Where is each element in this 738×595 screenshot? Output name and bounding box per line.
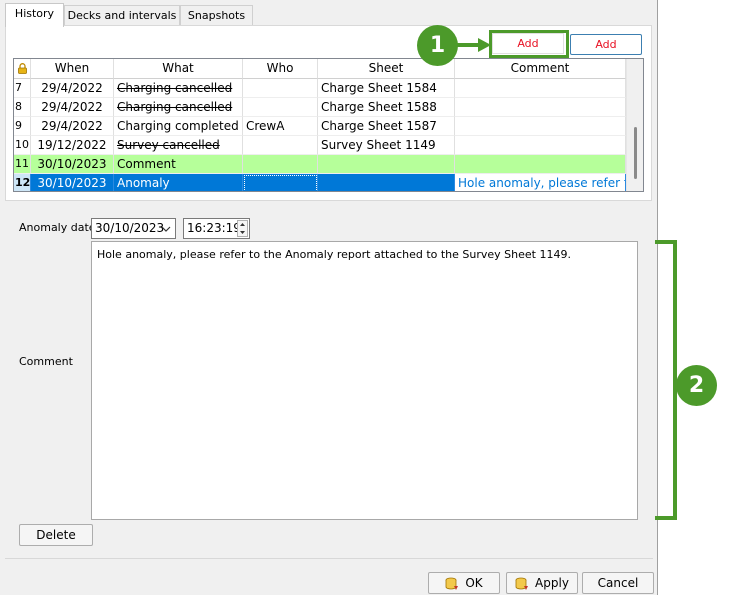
- when-cell[interactable]: 29/4/2022: [31, 98, 114, 117]
- callout-marker-2: 2: [676, 365, 717, 406]
- spin-up-icon[interactable]: [238, 221, 247, 228]
- table-row[interactable]: 7 29/4/2022 Charging cancelled Charge Sheet…: [14, 79, 626, 98]
- database-save-icon: [445, 577, 459, 590]
- history-grid[interactable]: When What Who Sheet Comment 7 29/4/2022 Ch…: [13, 58, 644, 192]
- sheet-cell[interactable]: Charge Sheet 1584: [318, 79, 455, 98]
- tab-history[interactable]: History: [5, 3, 64, 27]
- table-row[interactable]: 8 29/4/2022 Charging cancelled Charge Sheet…: [14, 98, 626, 117]
- column-header-comment[interactable]: Comment: [455, 59, 626, 79]
- when-cell[interactable]: 30/10/2023: [31, 174, 114, 191]
- delete-button[interactable]: Delete: [19, 524, 93, 546]
- table-row[interactable]: 12 30/10/2023 Anomaly Hole anomaly, please …: [14, 174, 626, 191]
- dialog-window: History Decks and intervals Snapshots Ad…: [0, 0, 658, 595]
- database-apply-icon: [515, 577, 529, 590]
- ok-button-label: OK: [465, 576, 483, 590]
- chevron-down-icon[interactable]: [161, 226, 171, 232]
- what-cell[interactable]: Charging cancelled: [114, 98, 243, 117]
- apply-button[interactable]: Apply: [506, 572, 578, 594]
- lock-icon: [17, 63, 27, 74]
- row-number-cell[interactable]: 8: [14, 98, 31, 117]
- what-cell[interactable]: Anomaly: [114, 174, 243, 191]
- scrollbar-thumb[interactable]: [634, 127, 637, 179]
- when-cell[interactable]: 29/4/2022: [31, 79, 114, 98]
- callout-2-bracket: [655, 240, 677, 520]
- row-number-cell[interactable]: 7: [14, 79, 31, 98]
- footer-divider: [5, 558, 653, 559]
- anomaly-date-label: Anomaly date: [19, 221, 96, 234]
- lock-column-header: [14, 59, 31, 79]
- spin-down-icon[interactable]: [238, 229, 247, 236]
- anomaly-date-value: 30/10/2023: [95, 221, 165, 235]
- sheet-cell[interactable]: [318, 174, 455, 191]
- who-cell[interactable]: [243, 174, 318, 191]
- when-cell[interactable]: 19/12/2022: [31, 136, 114, 155]
- who-cell[interactable]: [243, 155, 318, 174]
- what-cell[interactable]: Comment: [114, 155, 243, 174]
- comment-cell[interactable]: [455, 98, 626, 117]
- ok-button[interactable]: OK: [428, 572, 500, 594]
- add-comment-button[interactable]: Add comment: [570, 34, 642, 70]
- who-cell[interactable]: [243, 136, 318, 155]
- row-number-cell[interactable]: 10: [14, 136, 31, 155]
- anomaly-date-picker[interactable]: 30/10/2023: [91, 218, 176, 239]
- table-row[interactable]: 9 29/4/2022 Charging completed CrewA Charge …: [14, 117, 626, 136]
- comment-cell[interactable]: [455, 79, 626, 98]
- time-spin-buttons[interactable]: [237, 220, 248, 237]
- callout-1-highlight-box: [489, 30, 569, 58]
- comment-cell[interactable]: [455, 117, 626, 136]
- comment-label: Comment: [19, 355, 73, 368]
- sheet-cell[interactable]: Charge Sheet 1588: [318, 98, 455, 117]
- anomaly-time-value: 16:23:19: [187, 221, 241, 235]
- comment-textarea[interactable]: Hole anomaly, please refer to the Anomal…: [91, 241, 638, 520]
- anomaly-time-spinner[interactable]: 16:23:19: [183, 218, 250, 239]
- tab-snapshots[interactable]: Snapshots: [180, 5, 253, 26]
- callout-arrow-icon: [454, 38, 491, 52]
- sheet-cell[interactable]: Charge Sheet 1587: [318, 117, 455, 136]
- row-number-cell[interactable]: 12: [14, 174, 31, 191]
- row-number-cell[interactable]: 11: [14, 155, 31, 174]
- comment-cell[interactable]: Hole anomaly, please refer to th: [455, 174, 626, 191]
- who-cell[interactable]: [243, 98, 318, 117]
- comment-cell[interactable]: [455, 155, 626, 174]
- when-cell[interactable]: 30/10/2023: [31, 155, 114, 174]
- who-cell[interactable]: [243, 79, 318, 98]
- what-cell[interactable]: Charging cancelled: [114, 79, 243, 98]
- tab-decks-and-intervals[interactable]: Decks and intervals: [64, 5, 180, 26]
- table-row[interactable]: 11 30/10/2023 Comment: [14, 155, 626, 174]
- apply-button-label: Apply: [535, 576, 569, 590]
- cancel-button[interactable]: Cancel: [582, 572, 654, 594]
- when-cell[interactable]: 29/4/2022: [31, 117, 114, 136]
- grid-vertical-scrollbar[interactable]: [626, 59, 643, 191]
- sheet-cell[interactable]: Survey Sheet 1149: [318, 136, 455, 155]
- what-cell[interactable]: Survey cancelled: [114, 136, 243, 155]
- comment-cell[interactable]: [455, 136, 626, 155]
- column-header-when[interactable]: When: [31, 59, 114, 79]
- row-number-cell[interactable]: 9: [14, 117, 31, 136]
- table-row[interactable]: 10 19/12/2022 Survey cancelled Survey Sheet…: [14, 136, 626, 155]
- what-cell[interactable]: Charging completed: [114, 117, 243, 136]
- sheet-cell[interactable]: [318, 155, 455, 174]
- column-header-who[interactable]: Who: [243, 59, 318, 79]
- column-header-what[interactable]: What: [114, 59, 243, 79]
- callout-marker-1: 1: [417, 25, 458, 66]
- who-cell[interactable]: CrewA: [243, 117, 318, 136]
